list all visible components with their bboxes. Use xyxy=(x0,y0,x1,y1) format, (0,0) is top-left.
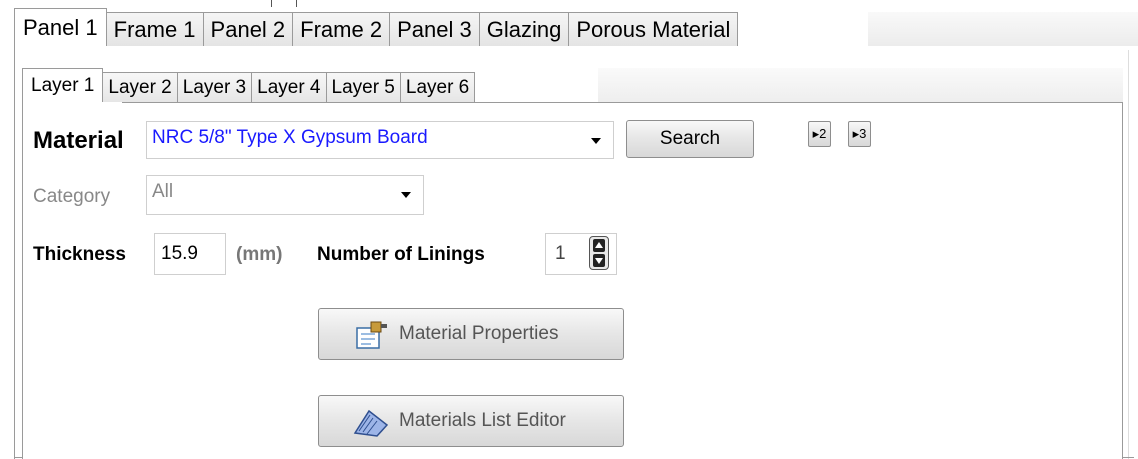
linings-label: Number of Linings xyxy=(317,244,485,265)
outer-tab-bar: Panel 1 Frame 1 Panel 2 Frame 2 Panel 3 … xyxy=(14,8,739,46)
copy-to-layer-2-button[interactable]: ▸2 xyxy=(808,121,831,147)
tab-layer-4[interactable]: Layer 4 xyxy=(252,72,327,102)
tab-layer-1[interactable]: Layer 1 xyxy=(22,68,104,102)
panel-right-edge xyxy=(1128,50,1129,459)
edge-tick xyxy=(296,0,297,7)
tab-layer-6[interactable]: Layer 6 xyxy=(400,72,476,102)
dropdown-arrow-icon xyxy=(591,138,601,144)
copy-to-layer-3-button[interactable]: ▸3 xyxy=(848,121,871,147)
top-edge xyxy=(0,0,1138,8)
inner-tab-bar: Layer 1 Layer 2 Layer 3 Layer 4 Layer 5 … xyxy=(22,68,476,102)
search-button[interactable]: Search xyxy=(626,120,754,158)
outer-tab-strip-bg xyxy=(868,12,1138,46)
material-properties-label: Material Properties xyxy=(399,323,559,344)
edge-tick xyxy=(271,0,272,7)
active-tab-gap xyxy=(23,102,122,103)
category-select[interactable]: All xyxy=(146,175,424,215)
spin-up-icon[interactable] xyxy=(593,239,605,252)
tab-layer-3[interactable]: Layer 3 xyxy=(177,72,253,102)
thickness-input[interactable]: 15.9 xyxy=(154,233,226,275)
inner-tab-strip-bg xyxy=(598,68,1123,102)
tab-layer-5[interactable]: Layer 5 xyxy=(326,72,401,102)
material-properties-button[interactable]: Material Properties xyxy=(318,308,624,360)
materials-list-editor-label: Materials List Editor xyxy=(399,410,566,431)
material-select[interactable]: NRC 5/8" Type X Gypsum Board xyxy=(146,121,614,159)
tab-panel-2[interactable]: Panel 2 xyxy=(203,12,294,46)
tab-panel-3[interactable]: Panel 3 xyxy=(390,12,480,46)
thickness-label: Thickness xyxy=(33,244,126,265)
dropdown-arrow-icon xyxy=(401,192,411,198)
materials-list-editor-button[interactable]: Materials List Editor xyxy=(318,395,624,447)
category-label: Category xyxy=(33,186,111,207)
tab-panel-1[interactable]: Panel 1 xyxy=(14,8,107,46)
thickness-unit: (mm) xyxy=(236,244,283,265)
tab-frame-1[interactable]: Frame 1 xyxy=(106,12,204,46)
material-label: Material xyxy=(33,127,124,154)
material-properties-icon xyxy=(356,321,387,349)
tab-porous-material[interactable]: Porous Material xyxy=(569,12,739,46)
tab-layer-2[interactable]: Layer 2 xyxy=(103,72,178,102)
spin-down-icon[interactable] xyxy=(593,254,605,267)
linings-spinner[interactable] xyxy=(589,236,609,270)
tab-frame-2[interactable]: Frame 2 xyxy=(293,12,391,46)
category-select-value: All xyxy=(152,181,174,202)
notepad-icon xyxy=(353,409,389,437)
tab-glazing[interactable]: Glazing xyxy=(479,12,570,46)
material-select-value: NRC 5/8" Type X Gypsum Board xyxy=(152,127,428,148)
